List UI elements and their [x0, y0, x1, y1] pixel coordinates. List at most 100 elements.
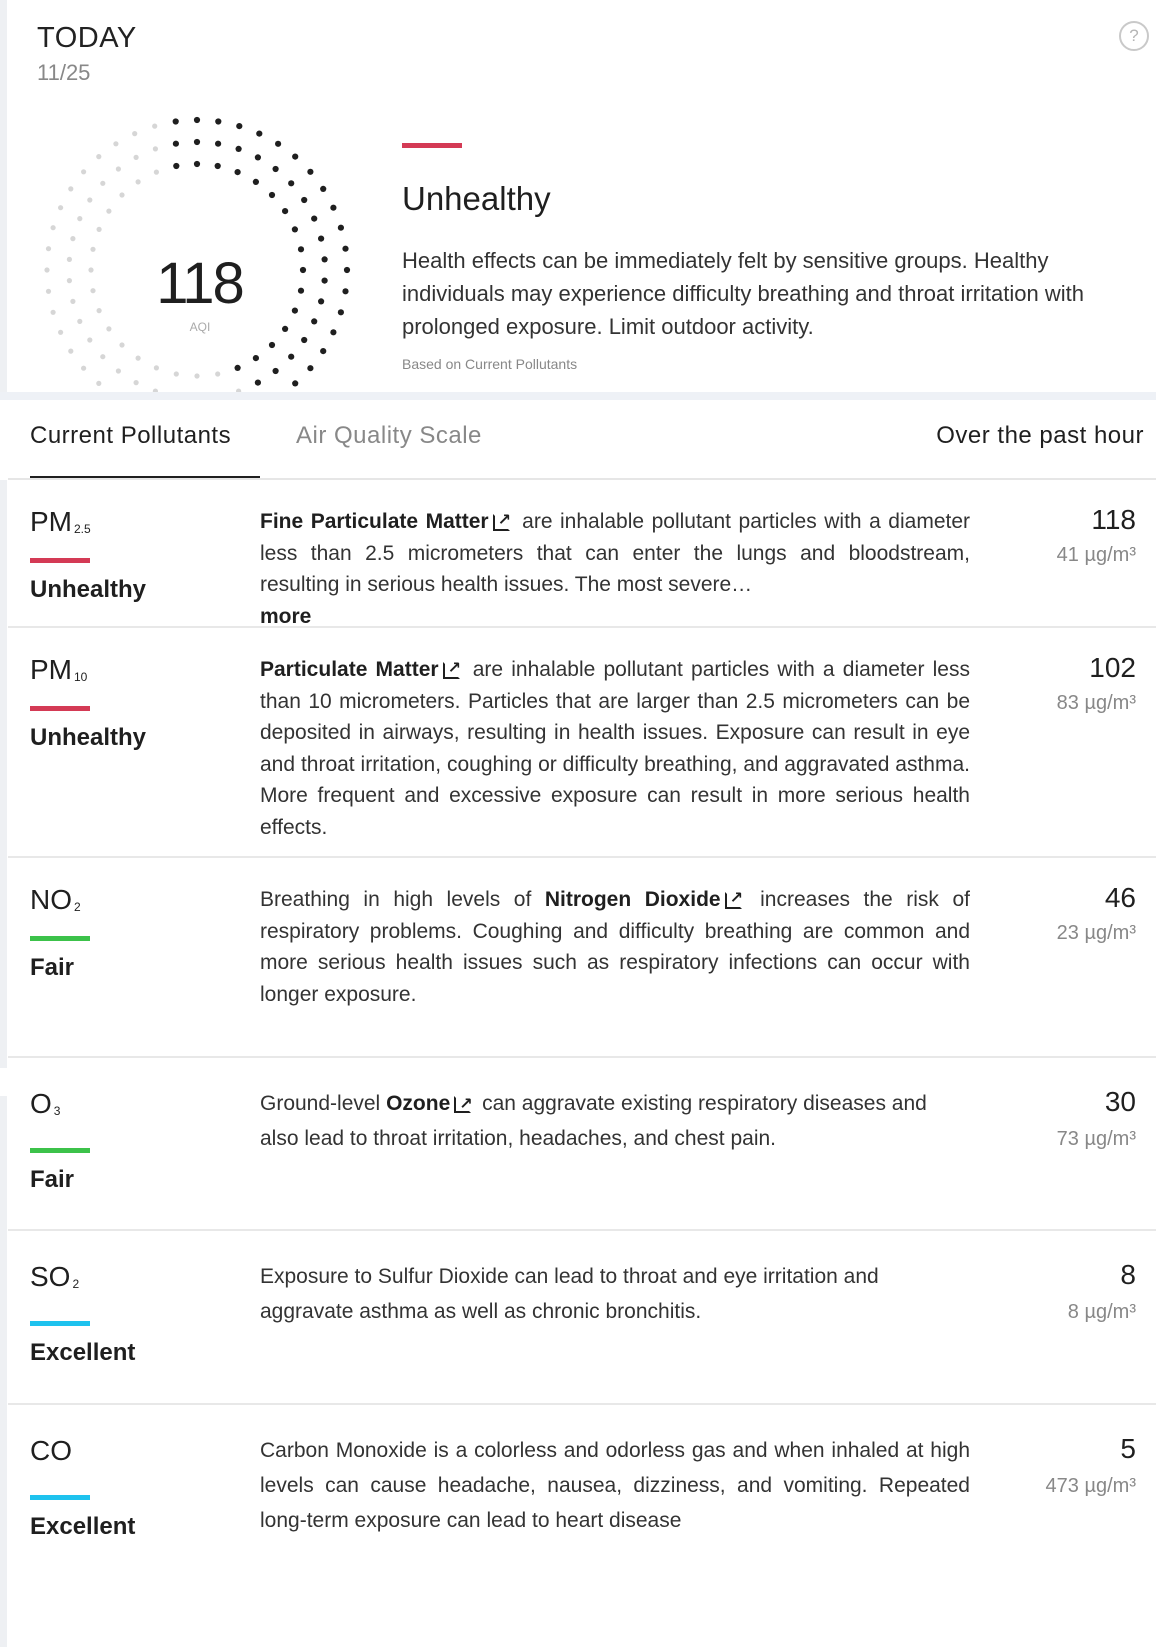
- gauge-dot: [172, 118, 179, 125]
- gauge-dot: [90, 288, 96, 294]
- pollutant-tabs: Current Pollutants Air Quality Scale Ove…: [8, 400, 1156, 480]
- pollutant-link[interactable]: Fine Particulate Matter: [260, 510, 489, 533]
- gauge-dot: [100, 354, 106, 360]
- gauge-dot: [70, 236, 76, 242]
- gauge-dot: [235, 145, 242, 152]
- gauge-dot: [268, 341, 276, 349]
- gauge-dot: [297, 287, 305, 294]
- status-description: Health effects can be immediately felt b…: [402, 248, 1084, 339]
- gauge-dot: [173, 371, 179, 377]
- pollutant-aqi: 5: [1120, 1433, 1136, 1464]
- external-link-icon[interactable]: [454, 1087, 473, 1122]
- gauge-dot: [153, 169, 159, 175]
- gauge-dot: [44, 267, 50, 273]
- today-date: 11/25: [37, 60, 91, 85]
- external-link-icon[interactable]: [492, 505, 511, 537]
- gauge-dot: [100, 180, 106, 186]
- gauge-dot: [66, 256, 72, 262]
- tabs-divider: [0, 392, 1156, 400]
- pollutant-aqi: 102: [1089, 652, 1136, 683]
- gauge-dot: [87, 197, 93, 203]
- aqi-value: 118: [156, 251, 244, 316]
- gauge-dot: [272, 367, 279, 375]
- pollutant-concentration: 83 µg/m³: [1056, 692, 1136, 714]
- pollutant-row-co: CO Excellent Carbon Monoxide is a colorl…: [8, 1405, 1156, 1647]
- today-label: TODAY: [37, 22, 137, 54]
- pollutant-concentration: 8 µg/m³: [1067, 1301, 1136, 1323]
- gauge-dot: [320, 185, 327, 192]
- gauge-dot: [311, 318, 318, 325]
- gauge-dot: [194, 373, 200, 379]
- left-stripe: [0, 1096, 7, 1647]
- gauge-dot: [193, 116, 201, 124]
- gauge-dot: [96, 226, 102, 232]
- gauge-dot: [172, 140, 179, 147]
- status-color-bar: [402, 143, 462, 148]
- pollutant-link[interactable]: Nitrogen Dioxide: [545, 888, 721, 911]
- gauge-dot: [252, 355, 259, 362]
- gauge-dot: [299, 266, 307, 274]
- gauge-dot: [307, 365, 314, 372]
- gauge-dot: [81, 365, 87, 371]
- gauge-dot: [234, 169, 241, 176]
- gauge-dot: [68, 348, 74, 354]
- condition-color-bar: [30, 1495, 90, 1500]
- gauge-dot: [50, 309, 56, 315]
- gauge-dot: [291, 307, 298, 314]
- gauge-dot: [77, 318, 83, 324]
- pollutant-name: SO 2: [30, 1261, 80, 1292]
- pollutant-row-no2: NO 2 Fair Breathing in high levels of Nit…: [8, 858, 1156, 1068]
- status-title: Unhealthy: [402, 180, 551, 217]
- external-link-icon[interactable]: [442, 653, 461, 685]
- gauge-dot: [301, 336, 308, 344]
- pollutant-aqi: 46: [1104, 882, 1136, 913]
- condition-label: Fair: [30, 1166, 75, 1193]
- tab-air-quality-scale[interactable]: Air Quality Scale: [296, 422, 482, 450]
- condition-label: Unhealthy: [30, 724, 147, 751]
- active-tab-underline: [30, 476, 260, 478]
- gauge-dot: [115, 368, 121, 374]
- external-link-icon[interactable]: [724, 883, 743, 915]
- tab-current-pollutants[interactable]: Current Pollutants: [30, 422, 231, 450]
- condition-label: Unhealthy: [30, 576, 147, 603]
- gauge-dot: [215, 118, 222, 125]
- air-quality-page: TODAY 11/25 ? 118 AQI Unhealthy Health e…: [0, 0, 1156, 1647]
- gauge-dot: [68, 186, 74, 192]
- condition-label: Excellent: [30, 1513, 136, 1540]
- condition-color-bar: [30, 1321, 90, 1326]
- gauge-dot: [254, 379, 261, 386]
- gauge-dot: [96, 380, 102, 386]
- gauge-dot: [256, 130, 263, 137]
- pollutant-aqi: 8: [1120, 1259, 1136, 1290]
- gauge-dot: [307, 168, 314, 175]
- gauge-dot: [214, 162, 221, 170]
- help-icon[interactable]: ?: [1119, 21, 1149, 51]
- gauge-dot: [282, 325, 289, 332]
- gauge-dot: [50, 225, 56, 231]
- gauge-dot: [288, 353, 295, 360]
- gauge-dot: [135, 179, 141, 185]
- pollutant-description: Breathing in high levels of Nitrogen Dio…: [260, 883, 970, 1010]
- pollutant-concentration: 41 µg/m³: [1056, 544, 1136, 566]
- pollutant-link[interactable]: Ozone: [386, 1092, 450, 1115]
- more-link[interactable]: more: [260, 605, 311, 628]
- gauge-dot: [88, 267, 94, 273]
- gauge-dot: [119, 342, 125, 348]
- gauge-dot: [252, 178, 259, 185]
- gauge-dot: [87, 337, 93, 343]
- gauge-dot: [272, 165, 279, 173]
- pollutant-concentration: 473 µg/m³: [1045, 1475, 1136, 1497]
- pollutant-aqi: 30: [1104, 1086, 1136, 1117]
- status-note: Based on Current Pollutants: [402, 356, 578, 372]
- gauge-dot: [342, 245, 349, 252]
- gauge-dot: [234, 364, 241, 371]
- gauge-dot: [77, 216, 83, 222]
- gauge-dot: [342, 288, 349, 295]
- gauge-dot: [133, 380, 139, 386]
- gauge-dot: [193, 138, 201, 146]
- condition-label: Fair: [30, 954, 75, 981]
- gauge-dot: [282, 208, 289, 215]
- gauge-dot: [133, 154, 139, 160]
- condition-label: Excellent: [30, 1339, 136, 1366]
- pollutant-link[interactable]: Particulate Matter: [260, 658, 439, 681]
